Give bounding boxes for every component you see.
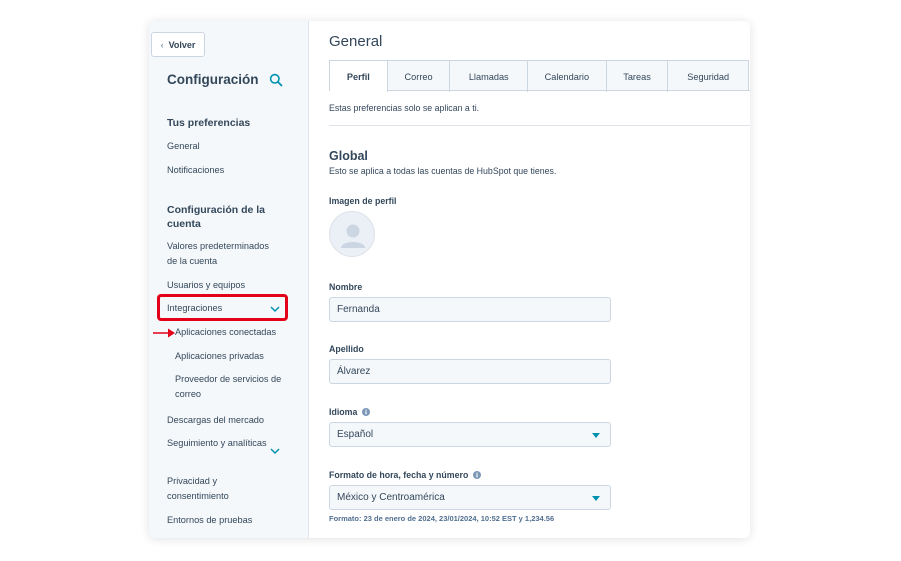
language-select[interactable]: Español bbox=[329, 422, 611, 447]
caret-down-icon bbox=[592, 433, 600, 438]
tab-calls[interactable]: Llamadas bbox=[450, 61, 529, 92]
language-label-text: Idioma bbox=[329, 407, 358, 417]
section-title-preferences: Tus preferencias bbox=[167, 117, 251, 129]
format-select-value: México y Centroamérica bbox=[337, 492, 445, 503]
first-name-label: Nombre bbox=[329, 282, 362, 292]
sidebar-item-users-teams[interactable]: Usuarios y equipos bbox=[167, 278, 277, 293]
info-icon[interactable] bbox=[473, 471, 482, 479]
sidebar-item-sandboxes[interactable]: Entornos de pruebas bbox=[167, 513, 277, 528]
red-arrow-icon bbox=[153, 328, 175, 338]
tab-underline bbox=[387, 90, 750, 91]
language-select-value: Español bbox=[337, 429, 374, 440]
integrations-highlight bbox=[157, 294, 288, 321]
last-name-field[interactable]: Álvarez bbox=[329, 359, 611, 384]
profile-image-label-text: Imagen de perfil bbox=[329, 196, 397, 206]
sidebar-item-tracking-analytics[interactable]: Seguimiento y analíticas bbox=[167, 436, 277, 451]
tab-security[interactable]: Seguridad bbox=[668, 61, 748, 92]
global-description: Esto se aplica a todas las cuentas de Hu… bbox=[329, 166, 557, 176]
tab-calendar[interactable]: Calendario bbox=[528, 61, 607, 92]
settings-card: ‹ Volver Configuración Tus preferencias … bbox=[149, 21, 750, 538]
caret-down-icon bbox=[592, 496, 600, 501]
last-name-label: Apellido bbox=[329, 344, 364, 354]
last-name-label-text: Apellido bbox=[329, 344, 364, 354]
format-label: Formato de hora, fecha y número bbox=[329, 470, 482, 480]
user-avatar-icon bbox=[341, 224, 365, 248]
back-button-label: Volver bbox=[168, 39, 196, 50]
info-icon[interactable] bbox=[362, 408, 371, 416]
sidebar-item-connected-apps[interactable]: Aplicaciones conectadas bbox=[175, 325, 285, 340]
sidebar-item-email-provider[interactable]: Proveedor de servicios de correo bbox=[175, 372, 285, 402]
settings-sidebar: ‹ Volver Configuración Tus preferencias … bbox=[149, 21, 309, 538]
first-name-label-text: Nombre bbox=[329, 282, 363, 292]
chevron-down-icon[interactable] bbox=[269, 446, 281, 456]
sidebar-item-notifications[interactable]: Notificaciones bbox=[167, 163, 277, 178]
global-title: Global bbox=[329, 149, 368, 163]
preferences-note: Estas preferencias solo se aplican a ti. bbox=[329, 103, 480, 113]
language-label: Idioma bbox=[329, 407, 371, 417]
format-label-text: Formato de hora, fecha y número bbox=[329, 470, 469, 480]
format-select[interactable]: México y Centroamérica bbox=[329, 485, 611, 510]
sidebar-title: Configuración bbox=[167, 72, 259, 87]
back-button[interactable]: ‹ Volver bbox=[151, 32, 205, 57]
tab-bar: Perfil Correo Llamadas Calendario Tareas… bbox=[329, 60, 749, 92]
avatar[interactable] bbox=[329, 211, 375, 257]
tab-email[interactable]: Correo bbox=[388, 61, 451, 92]
sidebar-item-privacy-consent[interactable]: Privacidad y consentimiento bbox=[167, 474, 277, 504]
sidebar-item-private-apps[interactable]: Aplicaciones privadas bbox=[175, 349, 285, 364]
section-title-account: Configuración de la cuenta bbox=[167, 204, 266, 230]
search-icon[interactable] bbox=[269, 73, 283, 87]
profile-image-label: Imagen de perfil bbox=[329, 196, 396, 206]
format-hint: Formato: 23 de enero de 2024, 23/01/2024… bbox=[329, 514, 555, 523]
sidebar-item-marketplace-downloads[interactable]: Descargas del mercado bbox=[167, 413, 277, 428]
settings-main: General Perfil Correo Llamadas Calendari… bbox=[310, 21, 750, 538]
tab-tasks[interactable]: Tareas bbox=[607, 61, 669, 92]
first-name-field[interactable]: Fernanda bbox=[329, 297, 611, 322]
section-divider bbox=[329, 125, 750, 126]
tab-profile[interactable]: Perfil bbox=[330, 61, 388, 92]
page-title: General bbox=[329, 33, 383, 50]
sidebar-item-account-defaults[interactable]: Valores predeterminados de la cuenta bbox=[167, 239, 277, 269]
chevron-left-icon: ‹ bbox=[160, 39, 164, 50]
sidebar-item-general[interactable]: General bbox=[167, 139, 277, 154]
